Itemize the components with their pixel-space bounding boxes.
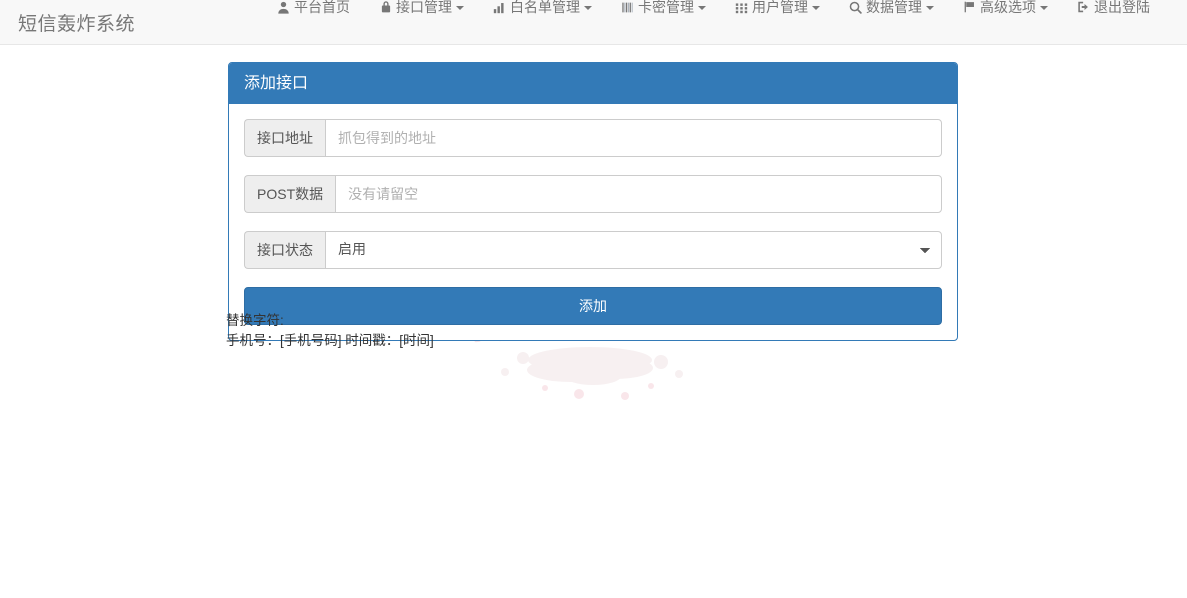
user-icon (276, 0, 291, 14)
nav-item-label: 白名单管理 (510, 0, 580, 14)
nav-item-logout[interactable]: 退出登陆 (1062, 0, 1164, 14)
post-data-input[interactable] (335, 175, 942, 213)
nav-item-label: 数据管理 (866, 0, 922, 14)
replace-characters-note: 替换字符: 手机号：[手机号码] 时间戳：[时间] (226, 311, 434, 351)
interface-address-group: 接口地址 (244, 119, 942, 157)
interface-address-label: 接口地址 (244, 119, 325, 157)
bar-chart-icon (492, 0, 507, 14)
nav-menu: 平台首页 接口管理 白名单管理 卡密管理 (262, 0, 1164, 44)
nav-item-label: 接口管理 (396, 0, 452, 14)
interface-status-label: 接口状态 (244, 231, 325, 269)
flag-icon (962, 0, 977, 14)
chevron-down-icon (1040, 6, 1048, 10)
nav-item-label: 用户管理 (752, 0, 808, 14)
nav-item-card-secret-management[interactable]: 卡密管理 (606, 0, 720, 14)
post-data-group: POST数据 (244, 175, 942, 213)
nav-item-advanced-options[interactable]: 高级选项 (948, 0, 1062, 14)
chevron-down-icon (926, 6, 934, 10)
brand-title[interactable]: 短信轰炸系统 (0, 0, 150, 44)
add-interface-panel: 添加接口 接口地址 POST数据 接口状态 启用禁用 添加 (228, 62, 958, 341)
nav-item-whitelist-management[interactable]: 白名单管理 (478, 0, 606, 14)
replace-note-line-1: 替换字符: (226, 311, 434, 331)
interface-status-group: 接口状态 启用禁用 (244, 231, 942, 269)
nav-item-platform-home[interactable]: 平台首页 (262, 0, 364, 14)
replace-note-line-2: 手机号：[手机号码] 时间戳：[时间] (226, 331, 434, 351)
post-data-label: POST数据 (244, 175, 335, 213)
nav-item-label: 平台首页 (294, 0, 350, 14)
interface-status-select[interactable]: 启用禁用 (325, 231, 942, 269)
nav-item-label: 退出登陆 (1094, 0, 1150, 14)
nav-item-label: 卡密管理 (638, 0, 694, 14)
sign-out-icon (1076, 0, 1091, 14)
grid-icon (734, 0, 749, 14)
nav-item-label: 高级选项 (980, 0, 1036, 14)
panel-title: 添加接口 (229, 63, 957, 104)
nav-item-interface-management[interactable]: 接口管理 (364, 0, 478, 14)
barcode-icon (620, 0, 635, 14)
chevron-down-icon (584, 6, 592, 10)
nav-item-data-management[interactable]: 数据管理 (834, 0, 948, 14)
top-navbar: 短信轰炸系统 平台首页 接口管理 白名单管理 卡密管理 (0, 0, 1187, 45)
chevron-down-icon (698, 6, 706, 10)
interface-address-input[interactable] (325, 119, 942, 157)
watermark-splatter-icon (475, 338, 705, 404)
chevron-down-icon (812, 6, 820, 10)
lock-icon (378, 0, 393, 14)
panel-body: 接口地址 POST数据 接口状态 启用禁用 添加 (229, 104, 957, 340)
search-icon (848, 0, 863, 14)
nav-item-user-management[interactable]: 用户管理 (720, 0, 834, 14)
chevron-down-icon (456, 6, 464, 10)
